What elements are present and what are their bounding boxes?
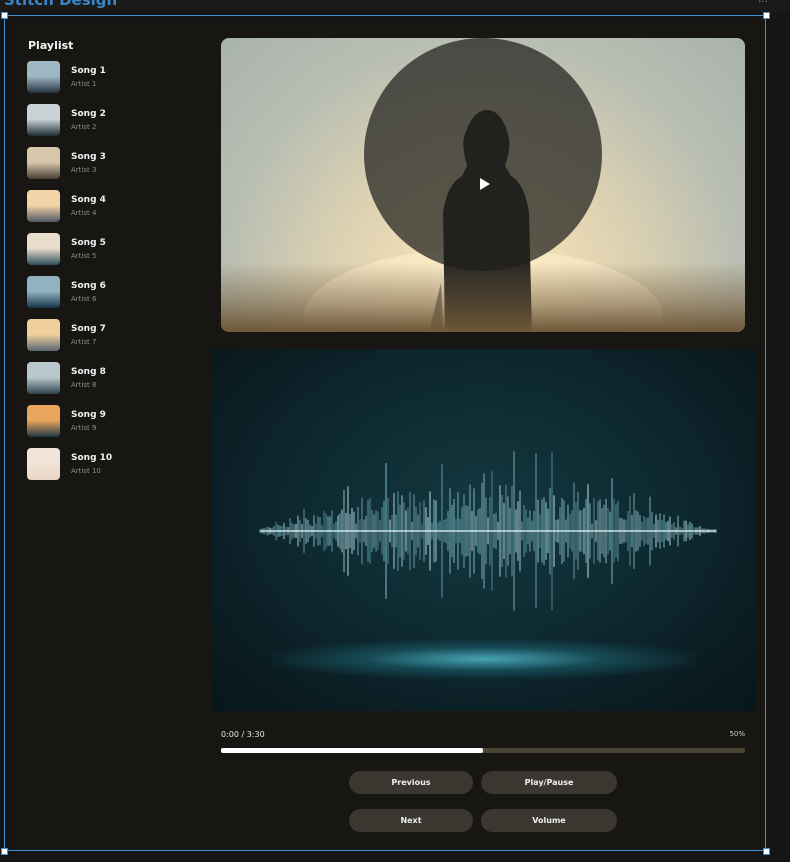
resize-handle-bottom-left[interactable] bbox=[1, 848, 8, 855]
selection-frame bbox=[4, 15, 766, 851]
resize-handle-top-right[interactable] bbox=[763, 12, 770, 19]
resize-handle-top-left[interactable] bbox=[1, 12, 8, 19]
editor-brand: Stitch Design bbox=[4, 0, 118, 9]
editor-topbar: Stitch Design … bbox=[0, 0, 790, 12]
editor-menu-icon[interactable]: … bbox=[758, 0, 768, 5]
resize-handle-bottom-right[interactable] bbox=[763, 848, 770, 855]
